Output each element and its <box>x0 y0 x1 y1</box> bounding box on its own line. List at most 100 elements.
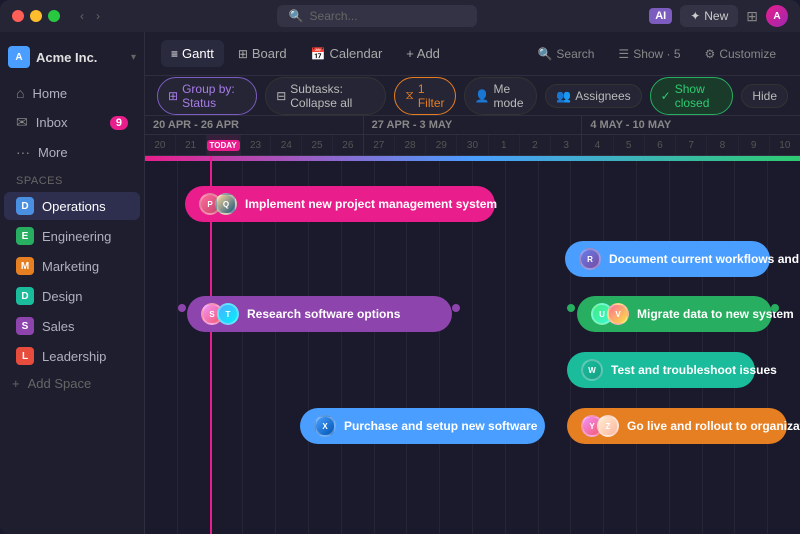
sidebar-item-sales[interactable]: S Sales <box>4 312 140 340</box>
day-7: 7 <box>676 135 707 155</box>
task-implement-label: Implement new project management system <box>245 197 497 211</box>
tab-gantt[interactable]: ≡ Gantt <box>161 40 224 67</box>
today-top-bar <box>145 156 800 161</box>
assignees-filter[interactable]: 👥 Assignees <box>545 84 641 108</box>
operations-label: Operations <box>42 199 106 214</box>
search-container: 🔍 Search... <box>112 5 641 27</box>
app-window: ‹ › 🔍 Search... AI ✦ New ⊞ A A Acme Inc. <box>0 0 800 534</box>
search-placeholder: Search... <box>310 9 358 23</box>
calendar-icon: 📅 <box>311 47 326 61</box>
minimize-button[interactable] <box>30 10 42 22</box>
day-26: 26 <box>333 135 363 155</box>
group-icon: ⊞ <box>168 89 178 103</box>
home-label: Home <box>32 86 67 101</box>
task-implement[interactable]: P Q Implement new project management sys… <box>185 186 495 222</box>
marketing-label: Marketing <box>42 259 99 274</box>
task-test-avatars: W <box>581 359 603 381</box>
dot-marker-migrate-left <box>567 304 575 312</box>
tab-board[interactable]: ⊞ Board <box>228 40 297 67</box>
new-button[interactable]: ✦ New <box>680 5 738 27</box>
forward-button[interactable]: › <box>92 7 104 25</box>
show-button[interactable]: ☰ Show · 5 <box>610 43 688 65</box>
more-label: More <box>38 145 68 160</box>
sales-icon: S <box>16 317 34 335</box>
show-icon: ☰ <box>618 47 629 61</box>
sidebar-item-marketing[interactable]: M Marketing <box>4 252 140 280</box>
sidebar-item-design[interactable]: D Design <box>4 282 140 310</box>
check-icon: ✓ <box>661 89 671 103</box>
toolbar-actions: 🔍 Search ☰ Show · 5 ⚙ Customize <box>529 43 784 65</box>
operations-icon: D <box>16 197 34 215</box>
leadership-label: Leadership <box>42 349 106 364</box>
sidebar-nav: ⌂ Home ✉ Inbox 9 ··· More <box>0 78 144 167</box>
customize-button[interactable]: ⚙ Customize <box>697 43 784 65</box>
maximize-button[interactable] <box>48 10 60 22</box>
day-25: 25 <box>302 135 333 155</box>
design-icon: D <box>16 287 34 305</box>
day-1: 1 <box>489 135 520 155</box>
day-28: 28 <box>395 135 426 155</box>
search-button[interactable]: 🔍 Search <box>529 43 602 65</box>
date-range-3: 4 MAY - 10 MAY 4 5 6 7 8 9 10 <box>582 116 800 155</box>
task-test[interactable]: W Test and troubleshoot issues <box>567 352 755 388</box>
board-icon: ⊞ <box>238 47 248 61</box>
avatar-5: T <box>217 303 239 325</box>
sidebar-item-engineering[interactable]: E Engineering <box>4 222 140 250</box>
workspace-switcher[interactable]: A Acme Inc. ▾ <box>0 40 144 74</box>
tab-calendar[interactable]: 📅 Calendar <box>301 40 393 67</box>
me-mode-filter[interactable]: 👤 Me mode <box>464 77 538 115</box>
sidebar-item-leadership[interactable]: L Leadership <box>4 342 140 370</box>
more-icon: ··· <box>16 144 30 160</box>
group-by-filter[interactable]: ⊞ Group by: Status <box>157 77 257 115</box>
day-20: 20 <box>145 135 176 155</box>
date-header: 20 APR - 26 APR 20 21 TODAY 23 24 25 26 <box>145 116 800 156</box>
add-view-button[interactable]: + Add <box>396 40 450 67</box>
assignees-icon: 👥 <box>556 89 571 103</box>
traffic-lights <box>12 10 60 22</box>
add-space-button[interactable]: + Add Space <box>0 371 144 396</box>
date-days-3: 4 5 6 7 8 9 10 <box>582 135 800 155</box>
view-toolbar: ≡ Gantt ⊞ Board 📅 Calendar + Add 🔍 <box>145 32 800 76</box>
grid-icon[interactable]: ⊞ <box>746 8 758 25</box>
sidebar-item-home[interactable]: ⌂ Home <box>4 79 140 107</box>
task-purchase[interactable]: X Purchase and setup new software <box>300 408 545 444</box>
task-research[interactable]: S T Research software options <box>187 296 452 332</box>
back-button[interactable]: ‹ <box>76 7 88 25</box>
task-implement-avatars: P Q <box>199 193 237 215</box>
task-golive[interactable]: Y Z Go live and rollout to organization <box>567 408 787 444</box>
design-label: Design <box>42 289 82 304</box>
subtasks-filter[interactable]: ⊟ Subtasks: Collapse all <box>265 77 386 115</box>
task-research-label: Research software options <box>247 307 400 321</box>
search-icon: 🔍 <box>289 9 304 23</box>
task-test-label: Test and troubleshoot issues <box>611 363 777 377</box>
inbox-icon: ✉ <box>16 114 28 131</box>
task-purchase-label: Purchase and setup new software <box>344 419 537 433</box>
gantt-area: 20 APR - 26 APR 20 21 TODAY 23 24 25 26 <box>145 116 800 534</box>
sidebar-item-operations[interactable]: D Operations <box>4 192 140 220</box>
sidebar-item-more[interactable]: ··· More <box>4 138 140 166</box>
search-icon: 🔍 <box>537 47 552 61</box>
filter-icon: ⧖ <box>405 88 413 103</box>
show-closed-filter[interactable]: ✓ Show closed <box>650 77 734 115</box>
dot-marker-migrate-right <box>771 304 779 312</box>
date-range-1: 20 APR - 26 APR 20 21 TODAY 23 24 25 26 <box>145 116 364 155</box>
sidebar-item-inbox[interactable]: ✉ Inbox 9 <box>4 108 140 137</box>
close-button[interactable] <box>12 10 24 22</box>
hide-filter[interactable]: Hide <box>741 84 788 108</box>
filter-chip[interactable]: ⧖ 1 Filter <box>394 77 455 115</box>
user-avatar[interactable]: A <box>766 5 788 27</box>
day-23: 23 <box>241 135 272 155</box>
task-document[interactable]: R Document current workflows and process… <box>565 241 770 277</box>
task-migrate[interactable]: U V Migrate data to new system <box>577 296 772 332</box>
date-range-1-label: 20 APR - 26 APR <box>145 116 363 135</box>
engineering-icon: E <box>16 227 34 245</box>
avatar-7: V <box>607 303 629 325</box>
day-3: 3 <box>551 135 581 155</box>
avatar-9: X <box>314 415 336 437</box>
titlebar-right: AI ✦ New ⊞ A <box>649 5 788 27</box>
task-document-avatars: R <box>579 248 601 270</box>
new-icon: ✦ <box>690 9 700 23</box>
search-bar[interactable]: 🔍 Search... <box>277 5 477 27</box>
date-range-3-label: 4 MAY - 10 MAY <box>582 116 800 135</box>
chevron-down-icon: ▾ <box>131 52 136 63</box>
